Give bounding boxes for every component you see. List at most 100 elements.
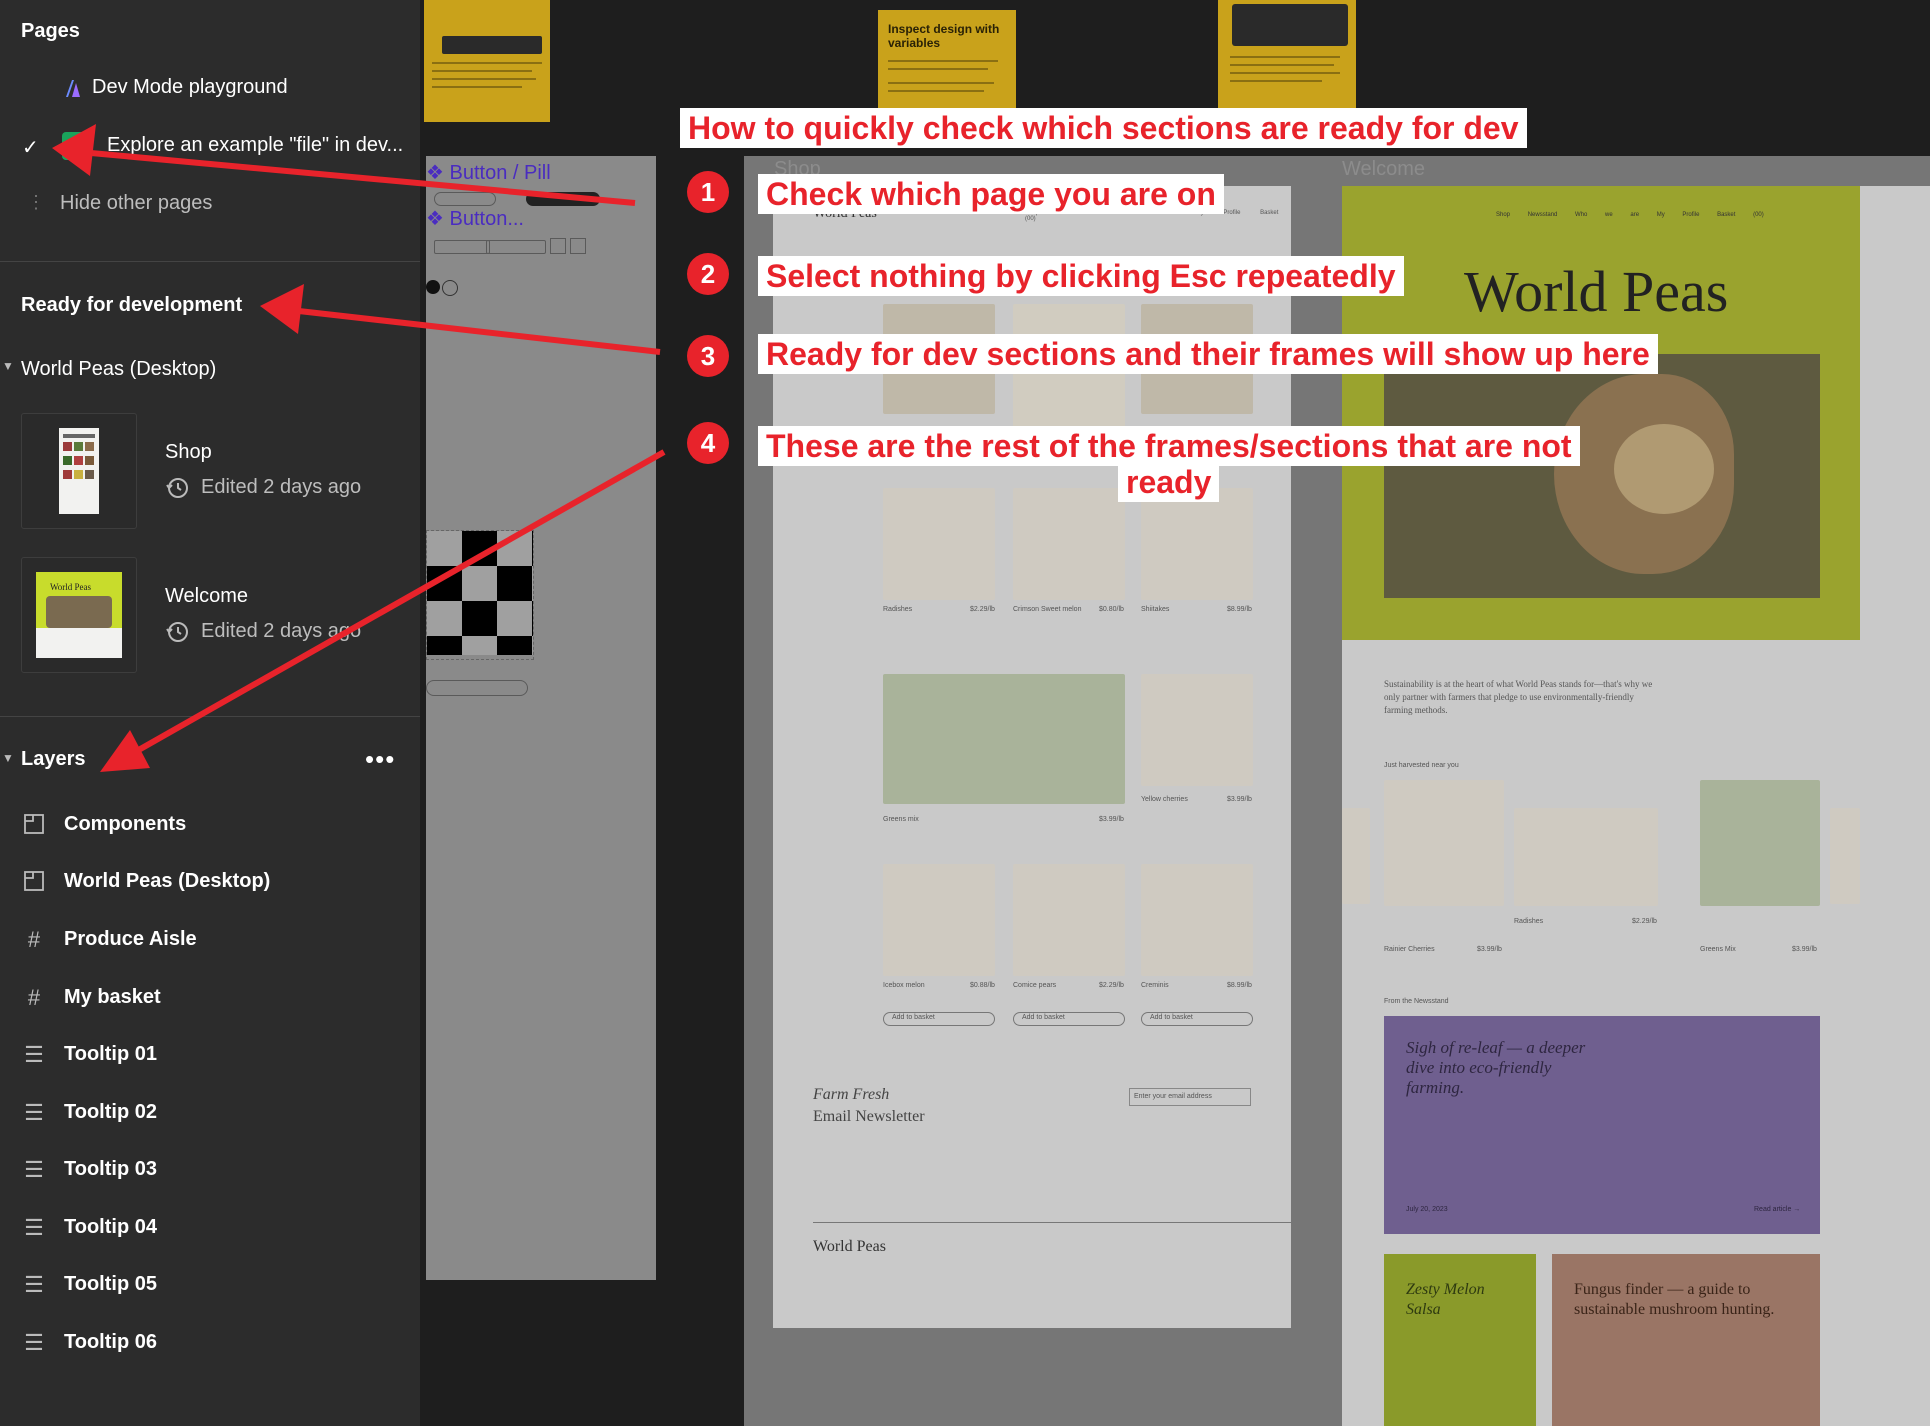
page-item-explore-example[interactable]: ✓ </> Explore an example "file" in dev..… <box>0 126 420 166</box>
product-image-icebox <box>883 864 995 976</box>
section-label: World Peas (Desktop) <box>21 358 217 380</box>
layer-tooltip-01[interactable]: ☰ Tooltip 01 <box>0 1035 420 1075</box>
nav-link[interactable]: My Profile <box>1657 212 1700 218</box>
text-lines-icon: ☰ <box>24 1100 44 1125</box>
product-price: $3.99/lb <box>1099 816 1124 823</box>
layer-label: World Peas (Desktop) <box>64 870 271 892</box>
product-image-creminis <box>1141 864 1253 976</box>
product-image-shiitakes <box>1141 488 1253 600</box>
nav-link[interactable]: Who we are <box>1575 212 1639 218</box>
layer-tooltip-02[interactable]: ☰ Tooltip 02 <box>0 1093 420 1133</box>
layer-label: Produce Aisle <box>64 928 197 950</box>
layer-label: My basket <box>64 986 161 1008</box>
caret-down-icon: ▼ <box>2 751 14 765</box>
history-icon <box>165 620 189 644</box>
checkmark-icon: ✓ <box>22 137 39 159</box>
product-image-radishes <box>883 488 995 600</box>
frame-icon: # <box>27 985 41 1010</box>
harvest-label: Just harvested near you <box>1384 762 1459 769</box>
product-image-melon <box>1013 488 1125 600</box>
ready-for-development-title: Ready for development <box>21 294 243 316</box>
frame-item-shop[interactable]: Shop Edited 2 days ago <box>0 413 420 529</box>
layer-label: Tooltip 03 <box>64 1158 157 1180</box>
read-article-link[interactable]: Read article → <box>1754 1206 1800 1213</box>
design-canvas[interactable]: Inspect design with variables ❖ Button /… <box>420 0 1930 1426</box>
edited-time: Edited 2 days ago <box>201 620 362 642</box>
divider <box>0 716 420 717</box>
product-image-pears <box>1013 864 1125 976</box>
recipe-title: Zesty Melon Salsa <box>1406 1281 1485 1318</box>
product-price: $3.99/lb <box>1227 796 1252 803</box>
tooltip-card-inspect-variables: Inspect design with variables <box>878 10 1016 110</box>
newsletter-subtitle: Email Newsletter <box>813 1108 925 1125</box>
newsletter-title: Farm Fresh <box>813 1086 890 1103</box>
frame-icon: # <box>27 927 41 952</box>
product-name: Icebox melon <box>883 982 925 989</box>
button-component: ❖ Button... <box>426 208 524 230</box>
article-title: Sigh of re-leaf — a deeper dive into eco… <box>1406 1038 1586 1097</box>
article-title: Fungus finder — a guide to sustainable m… <box>1574 1281 1775 1318</box>
step-badge-4: 4 <box>687 422 729 464</box>
article-card-purple[interactable]: Sigh of re-leaf — a deeper dive into eco… <box>1384 1016 1820 1234</box>
divider <box>0 261 420 262</box>
text-lines-icon: ☰ <box>24 1157 44 1182</box>
step-callout-4-cont: ready <box>1118 462 1220 502</box>
recipe-card-lime[interactable]: Zesty Melon Salsa <box>1384 1254 1536 1426</box>
layer-label: Tooltip 02 <box>64 1101 157 1123</box>
product-name: Comice pears <box>1013 982 1057 989</box>
step-callout-4: These are the rest of the frames/section… <box>758 426 1580 466</box>
edited-time: Edited 2 days ago <box>201 476 362 498</box>
pages-title: Pages <box>21 20 80 42</box>
nav-link[interactable]: Basket (00) <box>1717 212 1764 218</box>
section-world-peas-desktop[interactable]: ▼ World Peas (Desktop) <box>0 356 420 386</box>
frame-name: Welcome <box>165 585 248 607</box>
harvest-name: Radishes <box>1514 918 1544 925</box>
hide-pages-label: Hide other pages <box>60 192 213 214</box>
harvest-name: Rainier Cherries <box>1384 946 1435 953</box>
layer-tooltip-06[interactable]: ☰ Tooltip 06 <box>0 1323 420 1363</box>
nav-link[interactable]: Newsstand <box>1528 212 1558 218</box>
nav-link[interactable]: Shop <box>1496 212 1510 218</box>
welcome-nav: Shop Newsstand Who we are My Profile Bas… <box>1496 212 1764 218</box>
add-to-basket-button[interactable]: Add to basket <box>1141 1012 1253 1026</box>
layer-world-peas-desktop[interactable]: World Peas (Desktop) <box>0 862 420 902</box>
tooltip-card-right <box>1218 0 1356 108</box>
email-input[interactable]: Enter your email address <box>1129 1088 1251 1106</box>
article-card-salmon[interactable]: Fungus finder — a guide to sustainable m… <box>1552 1254 1820 1426</box>
button-label: Add to basket <box>1150 1014 1193 1021</box>
playground-icon <box>62 77 84 99</box>
layer-my-basket[interactable]: # My basket <box>0 978 420 1018</box>
harvest-name: Greens Mix <box>1700 946 1736 953</box>
layer-tooltip-03[interactable]: ☰ Tooltip 03 <box>0 1150 420 1190</box>
button-label: Add to basket <box>892 1014 935 1021</box>
shop-thumbnail <box>21 413 137 529</box>
caret-down-icon: ▼ <box>2 359 14 373</box>
frame-item-welcome[interactable]: World Peas Welcome Edited 2 days ago <box>0 557 420 673</box>
layer-produce-aisle[interactable]: # Produce Aisle <box>0 920 420 960</box>
hide-other-pages-button[interactable]: ⋮ Hide other pages <box>0 184 420 224</box>
layer-tooltip-04[interactable]: ☰ Tooltip 04 <box>0 1208 420 1248</box>
text-lines-icon: ☰ <box>24 1042 44 1067</box>
more-options-icon[interactable]: ••• <box>365 744 395 775</box>
text-lines-icon: ☰ <box>24 1215 44 1240</box>
add-to-basket-button[interactable]: Add to basket <box>1013 1012 1125 1026</box>
layers-header[interactable]: ▼ Layers ••• <box>0 744 420 774</box>
page-item-dev-mode-playground[interactable]: Dev Mode playground <box>0 68 420 108</box>
product-price: $0.88/lb <box>970 982 995 989</box>
step-badge-3: 3 <box>687 335 729 377</box>
layer-tooltip-05[interactable]: ☰ Tooltip 05 <box>0 1265 420 1305</box>
layer-label: Tooltip 04 <box>64 1216 157 1238</box>
step-badge-1: 1 <box>687 171 729 213</box>
harvest-image <box>1830 808 1860 904</box>
add-to-basket-button[interactable]: Add to basket <box>883 1012 995 1026</box>
layer-label: Tooltip 06 <box>64 1331 157 1353</box>
harvest-image <box>1342 808 1370 904</box>
layer-label: Tooltip 01 <box>64 1043 157 1065</box>
layer-label: Components <box>64 813 187 835</box>
product-name: Crimson Sweet melon <box>1013 606 1082 613</box>
components-panel: ❖ Button / Pill ❖ Button... <box>426 156 656 1280</box>
step-callout-1: Check which page you are on <box>758 174 1224 214</box>
harvest-price: $3.99/lb <box>1477 946 1502 953</box>
tooltip-card-left <box>424 0 550 122</box>
layer-components[interactable]: Components <box>0 805 420 845</box>
